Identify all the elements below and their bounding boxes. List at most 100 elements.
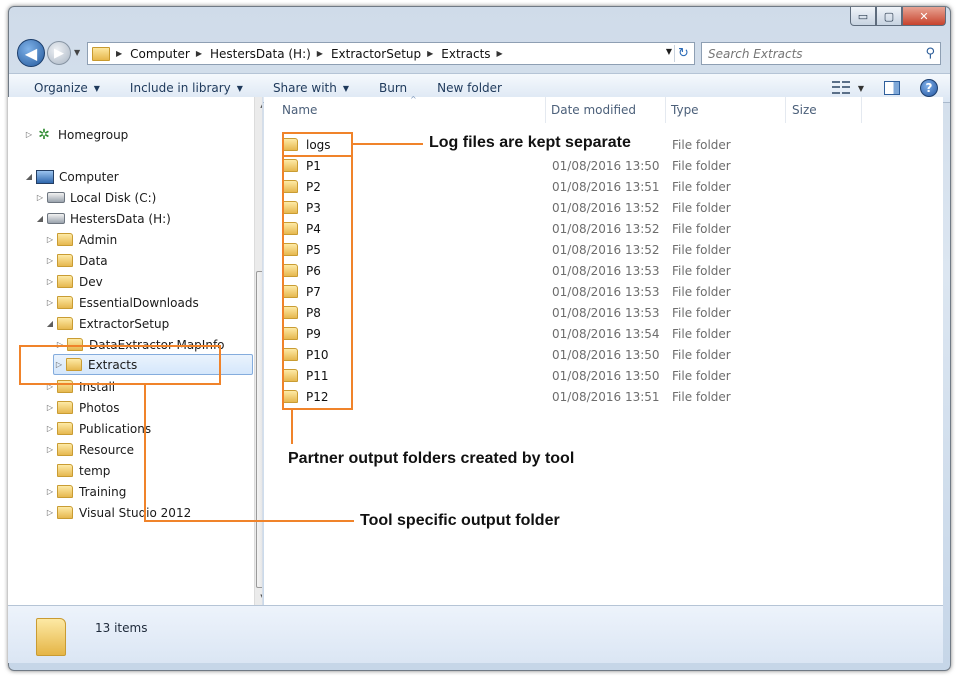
expand-icon[interactable]: ▷ xyxy=(45,487,55,496)
expand-icon[interactable]: ▷ xyxy=(45,298,55,307)
file-date: 01/08/2016 13:50 xyxy=(552,158,660,173)
scroll-thumb[interactable] xyxy=(256,271,262,588)
organize-button[interactable]: Organize ▼ xyxy=(34,81,100,95)
expand-icon[interactable]: ▷ xyxy=(45,235,55,244)
tree-folder[interactable]: temp xyxy=(45,460,110,481)
close-button[interactable]: ✕ xyxy=(902,7,946,26)
tree-label: Data xyxy=(79,253,108,268)
tree-folder[interactable]: ▷ Resource xyxy=(45,439,134,460)
expand-icon[interactable]: ▷ xyxy=(45,508,55,517)
chevron-right-icon: ▶ xyxy=(316,49,323,58)
forward-button[interactable]: ▶ xyxy=(47,41,71,65)
burn-button[interactable]: Burn xyxy=(379,81,407,95)
tree-folder[interactable]: ▷ EssentialDownloads xyxy=(45,292,199,313)
breadcrumb-root[interactable]: ▶ xyxy=(116,49,130,58)
expand-icon[interactable]: ▷ xyxy=(45,424,55,433)
folder-icon xyxy=(57,296,73,309)
expand-icon[interactable]: ▷ xyxy=(45,277,55,286)
toolbar-right: ▼ ? xyxy=(831,79,938,97)
expand-icon[interactable]: ▷ xyxy=(45,256,55,265)
tree-folder-extractorsetup[interactable]: ◢ ExtractorSetup xyxy=(45,313,169,334)
breadcrumb-extractorsetup[interactable]: ExtractorSetup ▶ xyxy=(331,47,441,61)
address-dropdown[interactable]: ▼ xyxy=(666,47,672,56)
tree-label: EssentialDownloads xyxy=(79,295,199,310)
tree-label: Local Disk (C:) xyxy=(70,190,157,205)
view-options-icon[interactable] xyxy=(831,81,850,95)
expand-icon[interactable]: ▷ xyxy=(45,403,55,412)
chevron-right-icon: ▶ xyxy=(427,49,434,58)
column-label: Size xyxy=(792,103,817,117)
drive-icon xyxy=(47,213,65,224)
tree-label: HestersData (H:) xyxy=(70,211,171,226)
maximize-button[interactable]: ▢ xyxy=(876,7,902,26)
collapse-icon[interactable]: ◢ xyxy=(24,172,34,181)
collapse-icon[interactable]: ◢ xyxy=(45,319,55,328)
share-with-button[interactable]: Share with ▼ xyxy=(273,81,349,95)
file-date: 01/08/2016 13:50 xyxy=(552,368,660,383)
file-date: 01/08/2016 13:54 xyxy=(552,326,660,341)
include-in-library-button[interactable]: Include in library ▼ xyxy=(130,81,243,95)
tree-label: Computer xyxy=(59,169,119,184)
tree-hestersdata[interactable]: ◢ HestersData (H:) xyxy=(35,208,171,229)
annotation-box-logs xyxy=(282,132,353,157)
view-dropdown[interactable]: ▼ xyxy=(858,84,864,93)
refresh-button[interactable]: ↻ xyxy=(674,45,692,62)
collapse-icon[interactable]: ◢ xyxy=(35,214,45,223)
tree-folder[interactable]: ▷ Admin xyxy=(45,229,117,250)
sort-ascending-icon: ^ xyxy=(410,95,417,104)
computer-icon xyxy=(36,169,54,184)
file-type: File folder xyxy=(672,179,731,194)
file-type: File folder xyxy=(672,242,731,257)
breadcrumb-extracts[interactable]: Extracts ▶ xyxy=(441,47,510,61)
preview-pane-button[interactable] xyxy=(884,81,900,95)
search-icon[interactable]: ⚲ xyxy=(925,46,935,61)
breadcrumb-hestersdata[interactable]: HestersData (H:) ▶ xyxy=(210,47,331,61)
search-input[interactable] xyxy=(708,46,908,61)
column-name[interactable]: ^ Name xyxy=(264,95,546,123)
expand-icon[interactable]: ▷ xyxy=(45,445,55,454)
tree-local-disk[interactable]: ▷ Local Disk (C:) xyxy=(35,187,156,208)
expand-icon[interactable]: ▷ xyxy=(24,130,34,139)
new-folder-button[interactable]: New folder xyxy=(437,81,502,95)
file-date: 01/08/2016 13:53 xyxy=(552,263,660,278)
recent-pages-dropdown[interactable]: ▼ xyxy=(74,48,80,57)
minimize-button[interactable]: ▭ xyxy=(850,7,876,26)
tree-computer[interactable]: ◢ Computer xyxy=(24,166,119,187)
tree-label: Visual Studio 2012 xyxy=(79,505,192,520)
drive-icon xyxy=(47,192,65,203)
annotation-logs: Log files are kept separate xyxy=(423,134,637,152)
annotation-connector xyxy=(291,410,293,444)
tree-folder[interactable]: ▷ Dev xyxy=(45,271,103,292)
nav-scrollbar[interactable]: ▲ ▼ xyxy=(254,97,262,605)
scroll-up-arrow[interactable]: ▲ xyxy=(255,97,262,113)
column-date-modified[interactable]: Date modified xyxy=(546,97,666,123)
column-size[interactable]: Size xyxy=(786,97,862,123)
tree-folder[interactable]: ▷ Data xyxy=(45,250,108,271)
back-button[interactable]: ◀ xyxy=(17,39,45,67)
chevron-right-icon: ▶ xyxy=(195,49,202,58)
details-pane: 13 items xyxy=(8,605,943,663)
tree-folder[interactable]: ▷ Training xyxy=(45,481,126,502)
breadcrumb-computer[interactable]: Computer ▶ xyxy=(130,47,210,61)
item-count: 13 items xyxy=(95,621,148,635)
column-label: Type xyxy=(671,103,699,117)
scroll-down-arrow[interactable]: ▼ xyxy=(255,589,262,605)
column-type[interactable]: Type xyxy=(666,97,786,123)
share-label: Share with xyxy=(272,81,337,95)
tree-label: Publications xyxy=(79,421,152,436)
annotation-connector xyxy=(144,520,354,522)
tree-folder[interactable]: ▷ Photos xyxy=(45,397,120,418)
chevron-right-icon: ▶ xyxy=(116,49,123,58)
annotation-partners: Partner output folders created by tool xyxy=(282,450,581,468)
tree-homegroup[interactable]: ▷ ✲ Homegroup xyxy=(24,124,128,145)
tree-folder[interactable]: ▷ Publications xyxy=(45,418,151,439)
address-bar[interactable]: ▶ Computer ▶ HestersData (H:) ▶ ExtractorS… xyxy=(87,42,695,65)
file-type: File folder xyxy=(672,368,731,383)
file-type: File folder xyxy=(672,263,731,278)
folder-icon xyxy=(57,233,73,246)
help-button[interactable]: ? xyxy=(920,79,938,97)
expand-icon[interactable]: ▷ xyxy=(35,193,45,202)
folder-icon xyxy=(36,618,66,656)
file-type: File folder xyxy=(672,221,731,236)
breadcrumb-label: Extracts xyxy=(441,46,491,61)
